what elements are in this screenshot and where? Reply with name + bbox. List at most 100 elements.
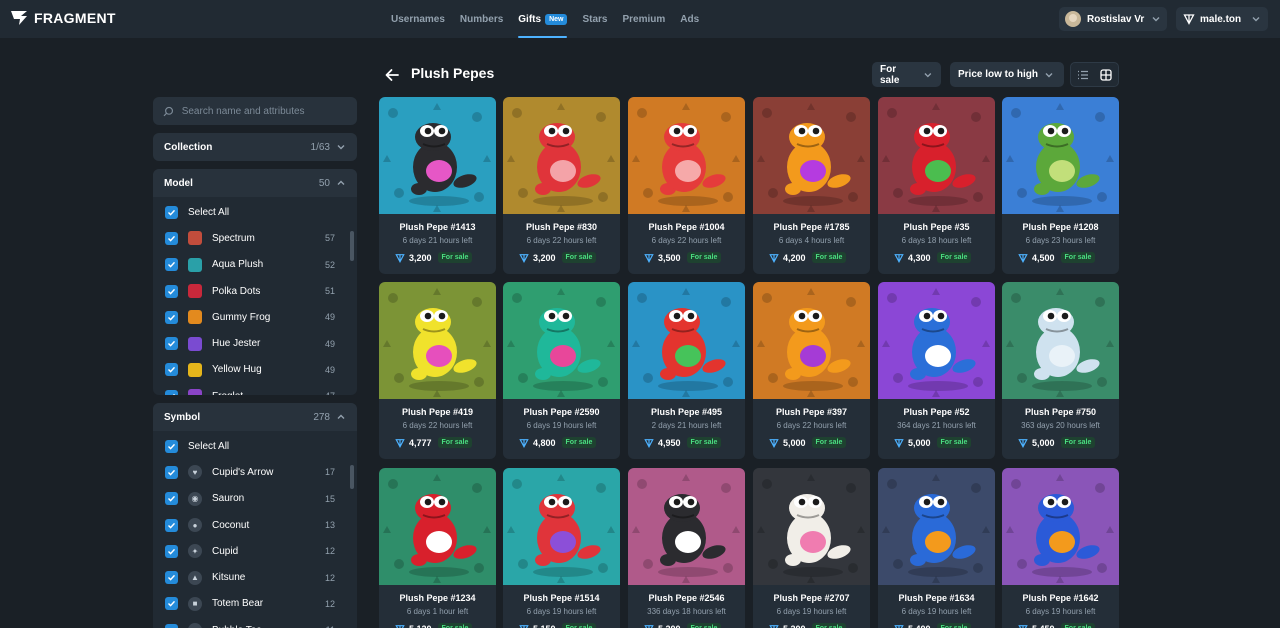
gift-card[interactable]: Plush Pepe #1634 6 days 19 hours left 5,40… [878, 468, 995, 628]
status-filter-dropdown[interactable]: For sale [872, 62, 941, 87]
checkbox[interactable] [165, 231, 178, 245]
gift-image[interactable] [379, 97, 496, 214]
checkbox[interactable] [165, 284, 178, 298]
view-toggle [1070, 62, 1119, 87]
gift-image[interactable] [1002, 97, 1119, 214]
gift-image[interactable] [1002, 282, 1119, 399]
model-option[interactable]: Polka Dots 51 [153, 278, 357, 304]
model-option[interactable]: Aqua Plush 52 [153, 252, 357, 278]
gift-card[interactable]: Plush Pepe #2546 336 days 18 hours left 5,… [628, 468, 745, 628]
model-option[interactable]: Spectrum 57 [153, 225, 357, 251]
nav-stars[interactable]: Stars [582, 0, 607, 38]
checkbox[interactable] [165, 597, 178, 611]
symbol-scrollbar[interactable] [350, 465, 354, 489]
model-select-all[interactable]: Select All [153, 199, 357, 225]
checkbox[interactable] [165, 518, 178, 532]
gift-card[interactable]: Plush Pepe #419 6 days 22 hours left 4,777… [379, 282, 496, 459]
gift-card[interactable]: Plush Pepe #2707 6 days 19 hours left 5,20… [753, 468, 870, 628]
search-input[interactable] [181, 105, 347, 117]
model-option[interactable]: Froglet47 [153, 383, 357, 395]
gift-price: 4,777 For sale [395, 437, 473, 448]
checkbox[interactable] [165, 337, 178, 351]
grid-view-icon[interactable] [1100, 68, 1112, 81]
model-filter-header[interactable]: Model 50 [153, 169, 357, 197]
collection-filter[interactable]: Collection 1/63 [153, 133, 357, 161]
checkbox[interactable] [165, 258, 178, 272]
gift-image[interactable] [503, 468, 620, 585]
model-option[interactable]: Hue Jester 49 [153, 330, 357, 356]
gift-image[interactable] [878, 468, 995, 585]
for-sale-badge: For sale [811, 437, 847, 448]
gift-image[interactable] [628, 468, 745, 585]
top-header: FRAGMENT Usernames Numbers Gifts New Star… [0, 0, 1280, 38]
checkbox[interactable] [165, 492, 178, 506]
user-menu-button[interactable]: Rostislav Vr [1059, 7, 1167, 31]
fragment-logo[interactable]: FRAGMENT [10, 10, 116, 26]
gift-image[interactable] [1002, 468, 1119, 585]
nav-ads[interactable]: Ads [680, 0, 699, 38]
gift-card[interactable]: Plush Pepe #1642 6 days 19 hours left 5,45… [1002, 468, 1119, 628]
checkbox[interactable] [165, 623, 178, 628]
gift-card[interactable]: Plush Pepe #495 2 days 21 hours left 4,950… [628, 282, 745, 459]
symbol-option[interactable]: ▲ Kitsune 12 [153, 564, 357, 590]
gift-image[interactable] [503, 282, 620, 399]
symbol-option[interactable]: ♥ Cupid's Arrow 17 [153, 459, 357, 485]
gift-time-left: 6 days 19 hours left [1025, 607, 1096, 616]
gift-image[interactable] [379, 468, 496, 585]
for-sale-badge: For sale [1060, 437, 1096, 448]
back-arrow-icon[interactable] [384, 67, 400, 83]
nav-numbers[interactable]: Numbers [460, 0, 503, 38]
gift-card[interactable]: Plush Pepe #1785 6 days 4 hours left 4,200… [753, 97, 870, 274]
for-sale-badge: For sale [437, 437, 473, 448]
checkbox[interactable] [165, 363, 178, 377]
nav-gifts[interactable]: Gifts New [518, 0, 568, 38]
checkbox[interactable] [165, 205, 178, 219]
gift-card[interactable]: Plush Pepe #830 6 days 22 hours left 3,200… [503, 97, 620, 274]
gift-card[interactable]: Plush Pepe #52 364 days 21 hours left 5,00… [878, 282, 995, 459]
model-option[interactable]: Gummy Frog 49 [153, 304, 357, 330]
gift-card[interactable]: Plush Pepe #1234 6 days 1 hour left 5,120 F… [379, 468, 496, 628]
wallet-menu-button[interactable]: male.ton [1176, 7, 1268, 31]
symbol-option[interactable]: ● Coconut 13 [153, 512, 357, 538]
checkbox[interactable] [165, 571, 178, 585]
sort-dropdown[interactable]: Price low to high [950, 62, 1064, 87]
symbol-option[interactable]: ✦ Cupid 12 [153, 538, 357, 564]
symbol-option[interactable]: ■ Totem Bear 12 [153, 591, 357, 617]
gift-card[interactable]: Plush Pepe #35 6 days 18 hours left 4,300 F… [878, 97, 995, 274]
gift-card[interactable]: Plush Pepe #2590 6 days 19 hours left 4,80… [503, 282, 620, 459]
gift-card[interactable]: Plush Pepe #1514 6 days 19 hours left 5,15… [503, 468, 620, 628]
model-option[interactable]: Yellow Hug 49 [153, 357, 357, 383]
gift-card[interactable]: Plush Pepe #1413 6 days 21 hours left 3,20… [379, 97, 496, 274]
gift-image[interactable] [379, 282, 496, 399]
gift-card[interactable]: Plush Pepe #397 6 days 22 hours left 5,000… [753, 282, 870, 459]
gift-image[interactable] [753, 97, 870, 214]
symbol-filter-header[interactable]: Symbol 278 [153, 403, 357, 431]
gift-card[interactable]: Plush Pepe #750 363 days 20 hours left 5,0… [1002, 282, 1119, 459]
gift-image[interactable] [753, 282, 870, 399]
ton-icon [1018, 438, 1028, 448]
symbol-option[interactable]: ◉ Sauron 15 [153, 486, 357, 512]
checkbox[interactable] [165, 544, 178, 558]
checkbox[interactable] [165, 310, 178, 324]
nav-premium[interactable]: Premium [622, 0, 665, 38]
gift-card[interactable]: Plush Pepe #1208 6 days 23 hours left 4,50… [1002, 97, 1119, 274]
gift-image[interactable] [628, 97, 745, 214]
gift-image[interactable] [628, 282, 745, 399]
for-sale-badge: For sale [437, 623, 473, 628]
gift-image[interactable] [503, 97, 620, 214]
gift-image[interactable] [878, 97, 995, 214]
for-sale-badge: For sale [811, 252, 847, 263]
gift-image[interactable] [878, 282, 995, 399]
option-count: 52 [324, 259, 335, 270]
eye-icon: ◉ [188, 491, 202, 506]
checkbox[interactable] [165, 439, 178, 453]
list-view-icon[interactable] [1077, 69, 1089, 81]
gift-card[interactable]: Plush Pepe #1004 6 days 22 hours left 3,50… [628, 97, 745, 274]
checkbox[interactable] [165, 465, 178, 479]
symbol-option[interactable]: ▼Bubble Tea11 [153, 617, 357, 628]
nav-usernames[interactable]: Usernames [391, 0, 445, 38]
gift-image[interactable] [753, 468, 870, 585]
symbol-select-all[interactable]: Select All [153, 433, 357, 459]
checkbox[interactable] [165, 389, 178, 395]
model-scrollbar[interactable] [350, 231, 354, 261]
